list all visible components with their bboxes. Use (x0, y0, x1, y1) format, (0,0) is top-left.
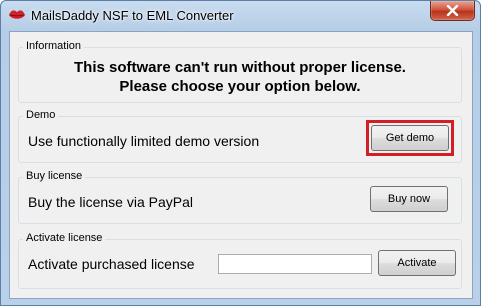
license-warning-line2: Please choose your option below. (119, 78, 361, 95)
buy-license-group: Buy license Buy the license via PayPal B… (18, 170, 462, 224)
demo-legend: Demo (23, 109, 59, 121)
close-button[interactable] (430, 1, 475, 21)
activate-description: Activate purchased license (28, 256, 195, 272)
window-title: MailsDaddy NSF to EML Converter (31, 8, 234, 23)
dialog-client-area: Information This software can't run with… (9, 31, 473, 299)
activate-license-group: Activate license Activate purchased lice… (18, 232, 462, 289)
license-warning-line1: This software can't run without proper l… (74, 59, 406, 76)
activate-license-legend: Activate license (23, 232, 106, 244)
title-bar[interactable]: MailsDaddy NSF to EML Converter (1, 1, 480, 31)
lips-logo-icon (9, 10, 25, 19)
buy-description: Buy the license via PayPal (28, 194, 193, 210)
license-key-input[interactable] (218, 254, 372, 274)
demo-group: Demo Use functionally limited demo versi… (18, 109, 462, 163)
get-demo-button[interactable]: Get demo (371, 125, 449, 151)
buy-license-legend: Buy license (23, 170, 86, 182)
information-group: Information This software can't run with… (18, 40, 462, 103)
license-dialog-window: MailsDaddy NSF to EML Converter Informat… (0, 0, 481, 306)
close-icon (446, 5, 459, 16)
information-legend: Information (23, 40, 85, 52)
buy-now-button[interactable]: Buy now (370, 186, 448, 212)
demo-description: Use functionally limited demo version (28, 133, 260, 149)
activate-button[interactable]: Activate (378, 250, 456, 276)
